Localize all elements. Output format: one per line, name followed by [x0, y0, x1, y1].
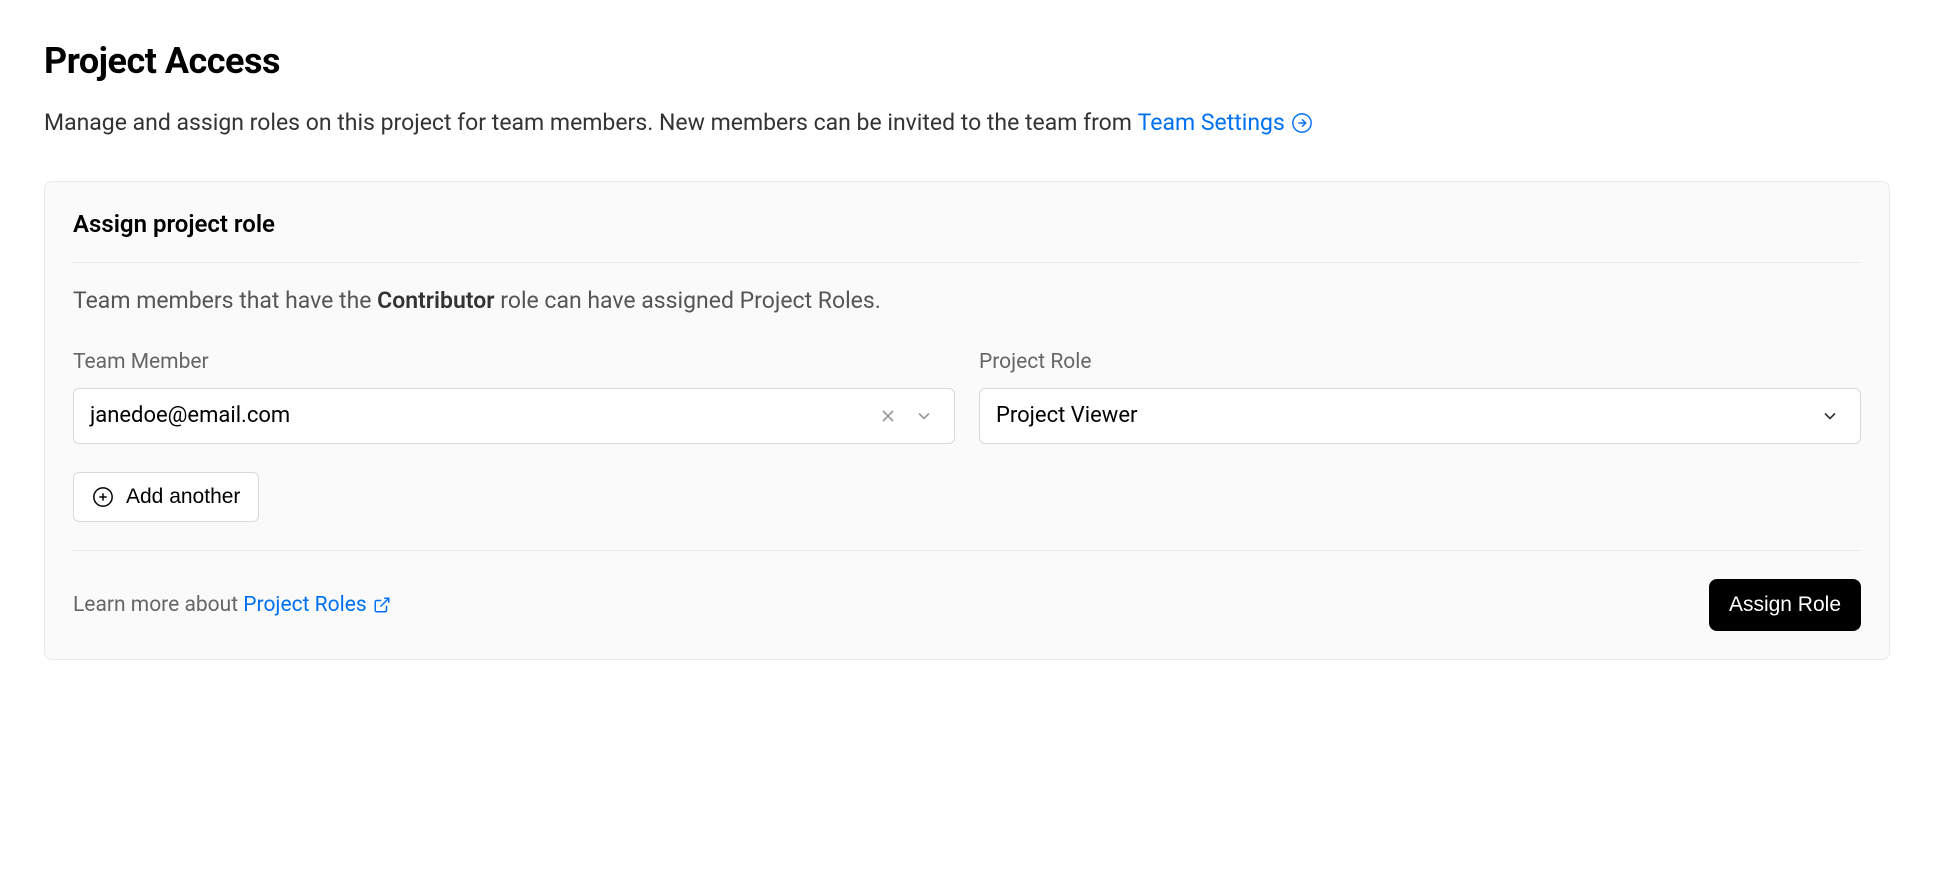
subtitle-strong: Contributor: [377, 287, 494, 314]
footer-prefix: Learn more about: [73, 593, 243, 617]
project-roles-link[interactable]: Project Roles: [243, 593, 390, 617]
add-another-label: Add another: [126, 485, 240, 509]
plus-circle-icon: [92, 486, 114, 508]
footer-text: Learn more about Project Roles: [73, 593, 391, 617]
team-member-value: janedoe@email.com: [90, 403, 866, 428]
page-title: Project Access: [44, 40, 1890, 82]
arrow-right-circle-icon: [1291, 112, 1313, 134]
external-link-icon: [373, 596, 391, 614]
form-row: Team Member janedoe@email.com Project Ro…: [73, 350, 1861, 444]
project-role-value: Project Viewer: [996, 403, 1808, 428]
chevron-down-icon: [1816, 402, 1844, 430]
team-member-input[interactable]: janedoe@email.com: [73, 388, 955, 444]
page-description: Manage and assign roles on this project …: [44, 106, 1890, 141]
team-settings-link-text: Team Settings: [1138, 106, 1285, 141]
assign-role-button[interactable]: Assign Role: [1709, 579, 1861, 631]
card-footer: Learn more about Project Roles Assign Ro…: [73, 550, 1861, 631]
team-member-column: Team Member janedoe@email.com: [73, 350, 955, 444]
subtitle-suffix: role can have assigned Project Roles.: [495, 287, 881, 314]
card-subtitle: Team members that have the Contributor r…: [73, 287, 1861, 314]
team-member-label: Team Member: [73, 350, 955, 374]
clear-icon[interactable]: [874, 402, 902, 430]
chevron-down-icon[interactable]: [910, 402, 938, 430]
team-settings-link[interactable]: Team Settings: [1138, 106, 1313, 141]
description-text: Manage and assign roles on this project …: [44, 109, 1138, 136]
assign-role-card: Assign project role Team members that ha…: [44, 181, 1890, 660]
project-role-label: Project Role: [979, 350, 1861, 374]
subtitle-prefix: Team members that have the: [73, 287, 377, 314]
project-role-select[interactable]: Project Viewer: [979, 388, 1861, 444]
project-role-column: Project Role Project Viewer: [979, 350, 1861, 444]
card-title: Assign project role: [73, 210, 1861, 263]
project-roles-link-text: Project Roles: [243, 593, 366, 617]
add-another-button[interactable]: Add another: [73, 472, 259, 522]
